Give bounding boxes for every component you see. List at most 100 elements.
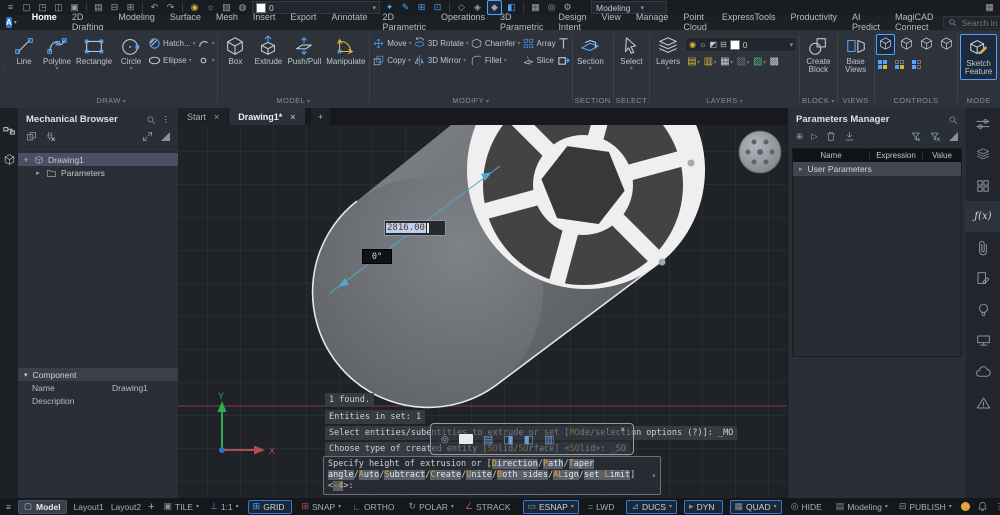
chevron-right-icon[interactable]: ▸ (799, 165, 803, 173)
3d-rotate-button[interactable]: 3D Rotate ▾ (413, 36, 469, 50)
search-icon[interactable] (146, 115, 156, 125)
search-input[interactable] (959, 16, 1000, 29)
fillet-button[interactable]: Fillet ▾ (470, 53, 521, 67)
move-button[interactable]: Move ▾ (372, 36, 412, 50)
add-layout-button[interactable]: + (148, 501, 154, 513)
quad-close-icon[interactable]: × (620, 425, 625, 434)
quad-subtract-icon[interactable]: ◧ (524, 433, 534, 446)
document-tab[interactable]: Drawing1* × (229, 108, 305, 125)
resize-corner-icon[interactable] (949, 132, 958, 141)
layer-state-dropdown[interactable]: ◉ ☼ ◩ ⊟ 0 ▾ (685, 37, 798, 52)
notification-dot-icon[interactable] (960, 502, 970, 511)
line-button[interactable]: Line (8, 34, 40, 67)
control-cube-3[interactable] (918, 35, 935, 54)
quad-union-icon[interactable]: ◨ (503, 433, 513, 446)
layer-on-icon[interactable]: ◉ (689, 40, 696, 49)
tree-node-parameters[interactable]: ▸ Parameters (18, 166, 178, 179)
status-toggle[interactable]: ▦ QUAD ▾ (729, 499, 782, 514)
chevron-right-icon[interactable]: ▸ (34, 169, 42, 177)
chevron-down-icon[interactable]: ▾ (22, 156, 30, 164)
control-toggle-1[interactable] (878, 60, 888, 69)
blocks-panel-icon[interactable] (966, 170, 1000, 201)
column-header-name[interactable]: Name (793, 151, 870, 160)
control-cube-active[interactable] (876, 34, 896, 55)
status-toggle[interactable]: ▤ Modeling ▾ (834, 501, 890, 513)
status-toggle[interactable]: ↻ POLAR ▾ (407, 501, 456, 513)
navigation-ball[interactable] (738, 130, 782, 174)
group-label-select[interactable]: SELECT (615, 96, 647, 108)
point-flyout-button[interactable]: ▾ (197, 53, 215, 67)
column-header-expression[interactable]: Expression (870, 151, 923, 160)
layer-freeze2-icon[interactable]: ▧▾ (737, 56, 749, 67)
attachments-panel-icon[interactable] (966, 232, 1000, 263)
resize-corner-icon[interactable] (161, 132, 170, 141)
filter-clear-icon[interactable] (930, 131, 941, 142)
add-parameter-icon[interactable]: ⊕ (796, 131, 803, 142)
search-icon[interactable] (948, 115, 958, 125)
copy-stack-icon[interactable] (26, 131, 37, 142)
status-toggle[interactable]: ⊞ SNAP ▾ (299, 501, 343, 513)
create-block-button[interactable]: Create Block (802, 34, 835, 76)
component-name-row[interactable]: Name Drawing1 (18, 381, 178, 394)
base-views-button[interactable]: Base Views (840, 34, 872, 76)
ribbon-search[interactable] (942, 16, 1000, 29)
layout2-tab[interactable]: Layout2 (111, 502, 141, 512)
status-toggle[interactable]: ⊞ GRID (247, 499, 293, 514)
quad-active-tool[interactable] (458, 434, 473, 444)
polyline-button[interactable]: Polyline ▾ (41, 34, 73, 72)
control-cube-2[interactable] (898, 35, 915, 54)
status-toggle[interactable]: = LWD (586, 501, 620, 513)
layer-plot-icon[interactable]: ⊟ (720, 40, 727, 49)
push-pull-button[interactable]: Push/Pull (285, 34, 323, 67)
quad-extrude-icon[interactable]: ▤ (483, 433, 493, 446)
user-parameters-row[interactable]: ▸ User Parameters (793, 162, 961, 176)
status-toggle[interactable]: ▸ DYN (684, 499, 723, 514)
status-toggle[interactable]: ▭ ESNAP ▾ (522, 499, 579, 514)
control-toggle-3[interactable] (912, 60, 922, 69)
lights-panel-icon[interactable] (966, 294, 1000, 325)
rectangle-button[interactable]: Rectangle (74, 34, 114, 67)
expand-tree-icon[interactable] (142, 131, 153, 142)
app-logo-icon[interactable]: A (6, 17, 12, 28)
slice-button[interactable]: Slice (522, 53, 556, 67)
group-label-layers[interactable]: LAYERS ▾ (652, 96, 797, 108)
extrude-button[interactable]: Extrude (252, 34, 284, 67)
window-grip-icon[interactable]: ▦ (983, 1, 996, 14)
chamfer-button[interactable]: Chamfer ▾ (470, 36, 521, 50)
offset-button[interactable] (557, 36, 570, 50)
group-label-modify[interactable]: MODIFY ▾ (372, 96, 569, 108)
kebab-menu-icon[interactable]: ⋮ (162, 114, 171, 125)
close-icon[interactable]: × (214, 112, 219, 122)
import-icon[interactable] (844, 131, 855, 142)
status-menu-icon[interactable]: ≡ (6, 502, 11, 512)
array-button[interactable]: Array (522, 36, 556, 50)
group-label-section[interactable]: SECTION (574, 96, 610, 108)
browser-panel-icon[interactable] (2, 126, 16, 139)
circle-button[interactable]: Circle ▾ (115, 34, 147, 72)
sheets-panel-icon[interactable] (966, 263, 1000, 294)
select-button[interactable]: Select ▾ (615, 34, 647, 72)
layer-isolate-icon[interactable]: ▤▾ (687, 56, 699, 67)
group-label-mode[interactable]: MODE (960, 96, 997, 108)
stretch-button[interactable] (557, 53, 570, 67)
layer-freeze-icon[interactable]: ☼ (699, 40, 706, 49)
group-label-block[interactable]: BLOCK ▾ (802, 96, 835, 108)
cloud-panel-icon[interactable] (966, 356, 1000, 387)
document-tab[interactable]: Start × (178, 108, 229, 125)
customize-qat-icon[interactable]: ≡ (4, 1, 17, 14)
command-prompt[interactable]: Specify height of extrusion or [Directio… (323, 456, 661, 495)
components-panel-icon[interactable] (3, 153, 16, 166)
model-viewport[interactable]: Y X 2816.00 0° 1 found. Entities in set:… (178, 125, 790, 498)
dynamic-dimension-input[interactable]: 2816.00 (384, 220, 446, 236)
status-toggle[interactable]: ∟ ORTHO (350, 501, 399, 513)
tree-node-drawing[interactable]: ▾ Drawing1 (18, 153, 178, 166)
properties-panel-icon[interactable] (966, 108, 1000, 139)
kebab-menu-icon[interactable]: ⋮ (995, 501, 1000, 512)
bell-icon[interactable] (977, 501, 988, 513)
hatch-button[interactable]: Hatch... ▾ (148, 36, 196, 50)
layer-off-icon[interactable]: ▦▾ (720, 56, 732, 67)
prompt-expand-icon[interactable]: ▴ (652, 470, 656, 481)
layer-unisolate-icon[interactable]: ▥▾ (704, 56, 716, 67)
model-tab[interactable]: ▢ Model (17, 499, 67, 514)
group-label-draw[interactable]: DRAW ▾ (8, 96, 215, 108)
